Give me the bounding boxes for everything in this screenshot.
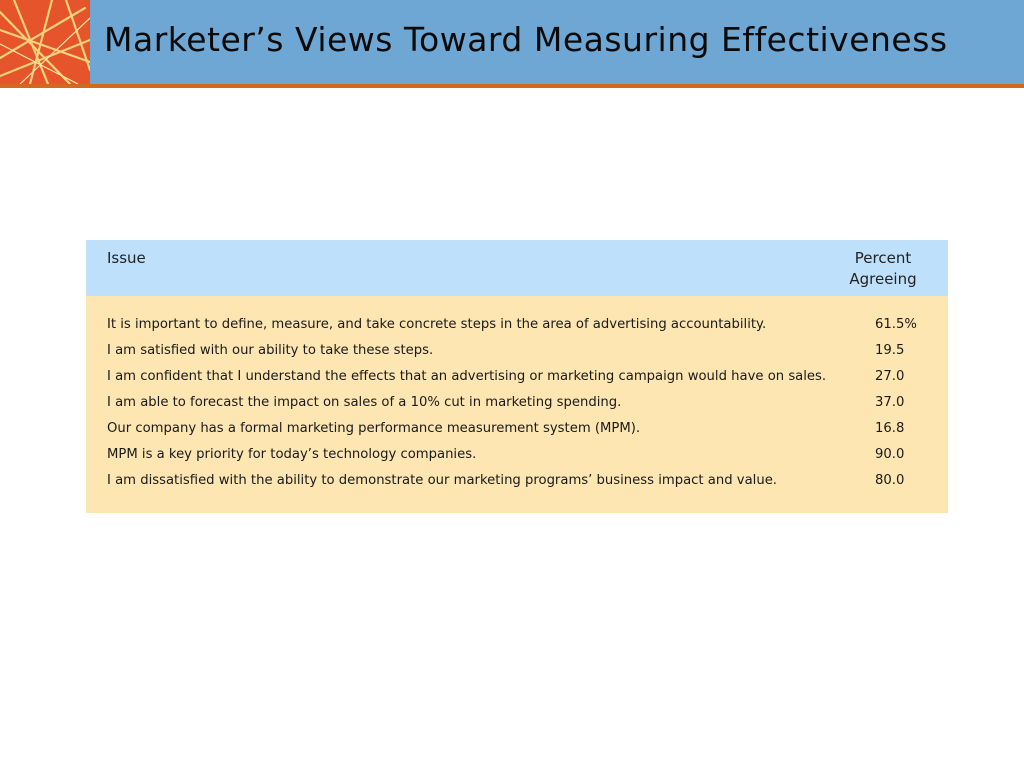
row-issue: MPM is a key priority for today’s techno…: [107, 447, 477, 462]
percent-column-header: Percent Agreeing: [838, 248, 928, 290]
slide-title: Marketer’s Views Toward Measuring Effect…: [104, 20, 948, 59]
table-row: I am satisfied with our ability to take …: [86, 339, 948, 365]
logo-lines: [0, 0, 90, 84]
row-percent: 37.0: [875, 395, 905, 410]
row-issue: I am satisfied with our ability to take …: [107, 343, 434, 358]
row-percent: 27.0: [875, 369, 905, 384]
row-percent: 80.0: [875, 473, 905, 488]
table-row: I am dissatisfied with the ability to de…: [86, 469, 948, 495]
row-percent: 90.0: [875, 447, 905, 462]
percent-header-line1: Percent: [854, 249, 912, 267]
title-underline: [0, 84, 1024, 88]
slide: Marketer’s Views Toward Measuring Effect…: [0, 0, 1024, 768]
table-body: It is important to define, measure, and …: [86, 313, 948, 495]
table-row: I am confident that I understand the eff…: [86, 365, 948, 391]
table-row: I am able to forecast the impact on sale…: [86, 391, 948, 417]
abstract-lines-logo-icon: [0, 0, 90, 84]
percent-header-line2: Agreeing: [849, 270, 917, 288]
survey-table: Issue Percent Agreeing It is important t…: [86, 240, 948, 513]
table-header: Issue Percent Agreeing: [86, 240, 948, 296]
row-issue: I am dissatisfied with the ability to de…: [107, 473, 777, 488]
row-issue: I am able to forecast the impact on sale…: [107, 395, 622, 410]
table-row: It is important to define, measure, and …: [86, 313, 948, 339]
row-percent: 16.8: [875, 421, 905, 436]
row-percent: 19.5: [875, 343, 905, 358]
row-percent: 61.5%: [875, 317, 917, 332]
title-bar: Marketer’s Views Toward Measuring Effect…: [0, 0, 1024, 84]
row-issue: Our company has a formal marketing perfo…: [107, 421, 641, 436]
issue-column-header: Issue: [107, 249, 146, 267]
row-issue: I am confident that I understand the eff…: [107, 369, 827, 384]
row-issue: It is important to define, measure, and …: [107, 317, 767, 332]
table-row: MPM is a key priority for today’s techno…: [86, 443, 948, 469]
table-row: Our company has a formal marketing perfo…: [86, 417, 948, 443]
